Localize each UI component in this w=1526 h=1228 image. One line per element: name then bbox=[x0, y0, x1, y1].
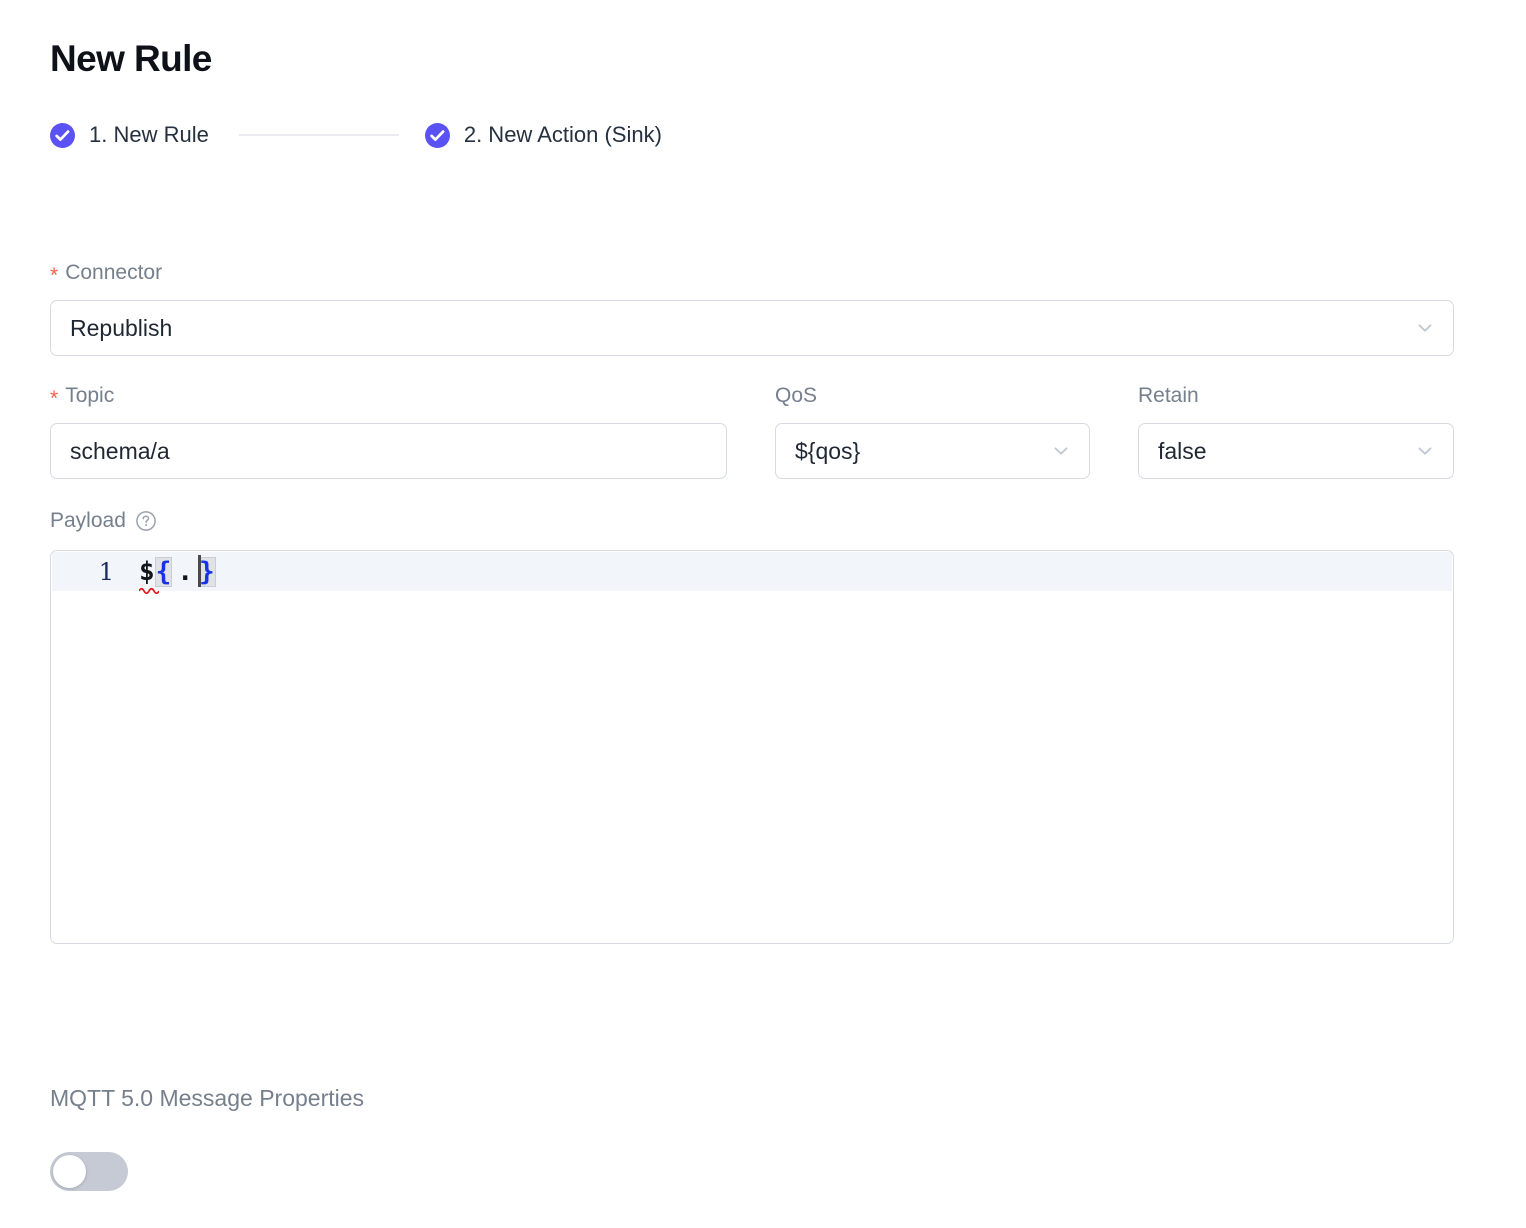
connector-field-group: * Connector Republish bbox=[50, 262, 1454, 356]
new-rule-page: New Rule 1. New Rule 2. New Action (Sink… bbox=[0, 0, 1526, 1228]
connector-select[interactable]: Republish bbox=[50, 300, 1454, 356]
retain-select[interactable]: false bbox=[1138, 423, 1454, 479]
topic-input-value[interactable]: schema/a bbox=[51, 438, 170, 465]
step-item-new-rule[interactable]: 1. New Rule bbox=[50, 122, 209, 148]
step-label-new-action: 2. New Action (Sink) bbox=[464, 122, 662, 148]
payload-code-editor[interactable]: 1 $ { . } bbox=[50, 550, 1454, 944]
question-circle-icon[interactable] bbox=[135, 510, 157, 532]
code-token-close-brace: } bbox=[198, 557, 216, 587]
payload-label: Payload bbox=[50, 509, 1454, 533]
retain-field-group: Retain false bbox=[1138, 385, 1454, 479]
topic-input-wrapper[interactable]: schema/a bbox=[50, 423, 727, 479]
editor-gutter: 1 bbox=[51, 552, 124, 591]
step-complete-check-icon bbox=[50, 123, 75, 148]
mqtt-properties-title: MQTT 5.0 Message Properties bbox=[50, 1085, 364, 1112]
topic-label-text: Topic bbox=[65, 385, 114, 406]
page-title: New Rule bbox=[50, 37, 212, 81]
qos-select[interactable]: ${qos} bbox=[775, 423, 1090, 479]
chevron-down-icon[interactable] bbox=[1414, 317, 1436, 339]
step-indicator: 1. New Rule 2. New Action (Sink) bbox=[50, 122, 662, 148]
payload-label-text: Payload bbox=[50, 509, 126, 533]
chevron-down-icon[interactable] bbox=[1414, 440, 1436, 462]
retain-label: Retain bbox=[1138, 385, 1454, 406]
qos-label-text: QoS bbox=[775, 385, 817, 406]
code-token-open-brace: { bbox=[155, 557, 173, 587]
step-complete-check-icon bbox=[425, 123, 450, 148]
qos-selected-value: ${qos} bbox=[776, 438, 860, 465]
required-marker: * bbox=[50, 388, 58, 409]
step-item-new-action[interactable]: 2. New Action (Sink) bbox=[425, 122, 662, 148]
topic-label: * Topic bbox=[50, 385, 727, 406]
payload-field-group: Payload 1 $ bbox=[50, 509, 1454, 944]
editor-text-caret bbox=[198, 555, 201, 587]
qos-field-group: QoS ${qos} bbox=[775, 385, 1090, 479]
toggle-knob bbox=[53, 1155, 86, 1188]
retain-label-text: Retain bbox=[1138, 385, 1199, 406]
connector-selected-value: Republish bbox=[51, 315, 172, 342]
topic-qos-retain-row: * Topic schema/a QoS ${qos} bbox=[50, 385, 1454, 479]
chevron-down-icon[interactable] bbox=[1050, 440, 1072, 462]
mqtt-properties-toggle[interactable] bbox=[50, 1152, 128, 1191]
rule-action-form: * Connector Republish * Topic bbox=[50, 262, 1454, 944]
qos-label: QoS bbox=[775, 385, 1090, 406]
connector-label: * Connector bbox=[50, 262, 1454, 283]
step-label-new-rule: 1. New Rule bbox=[89, 122, 209, 148]
topic-field-group: * Topic schema/a bbox=[50, 385, 727, 479]
editor-line-number: 1 bbox=[99, 560, 114, 584]
code-token-dot: . bbox=[172, 559, 198, 585]
step-connector-line bbox=[239, 134, 399, 136]
required-marker: * bbox=[50, 265, 58, 286]
editor-code-line[interactable]: $ { . } bbox=[139, 552, 216, 591]
code-token-dollar: $ bbox=[139, 559, 155, 585]
retain-selected-value: false bbox=[1139, 438, 1207, 465]
editor-active-line-highlight bbox=[52, 552, 1452, 591]
connector-label-text: Connector bbox=[65, 262, 162, 283]
